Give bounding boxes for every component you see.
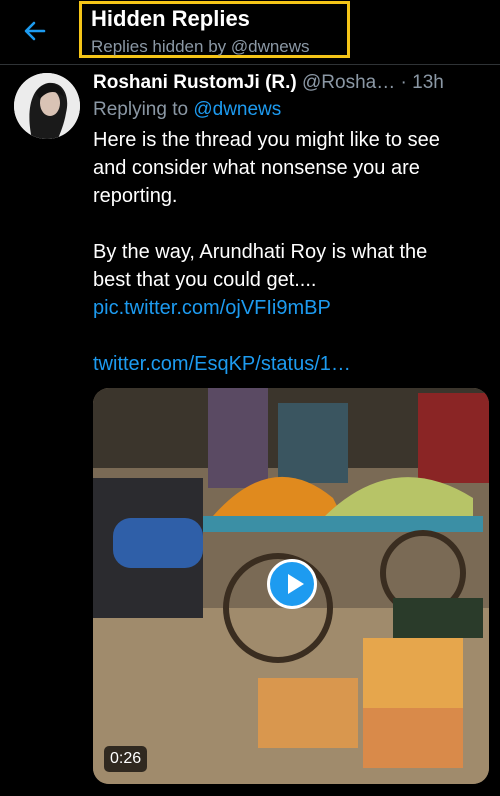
tweet-line: and consider what nonsense you are [93, 157, 420, 179]
top-bar: Hidden Replies Replies hidden by @dwnews [0, 0, 500, 64]
tweet-line: reporting. [93, 185, 178, 207]
tweet-meta: Roshani RustomJi (R.) @Rosha… · 13h [93, 70, 493, 96]
replying-prefix: Replying to [93, 99, 194, 120]
page-title: Hidden Replies [91, 6, 250, 31]
tweet-line: best that you could get.... [93, 269, 317, 291]
author-name[interactable]: Roshani RustomJi (R.) [93, 72, 297, 93]
avatar[interactable] [14, 73, 80, 139]
replying-to: Replying to @dwnews [93, 96, 493, 124]
replying-handle-link[interactable]: @dwnews [193, 99, 281, 120]
tweet-line: Here is the thread you might like to see [93, 129, 440, 151]
video-duration: 0:26 [104, 746, 148, 772]
page-subtitle: Replies hidden by @dwnews [91, 37, 310, 56]
author-handle[interactable]: @Rosha… [302, 72, 395, 93]
status-link[interactable]: twitter.com/EsqKP/status/1… [93, 350, 493, 378]
arrow-left-icon[interactable] [20, 16, 50, 46]
avatar-image [14, 73, 80, 139]
play-button[interactable] [267, 559, 317, 609]
tweet-time: · 13h [400, 72, 444, 93]
header-divider [0, 64, 500, 65]
pic-link[interactable]: pic.twitter.com/ojVFIi9mBP [93, 294, 493, 322]
tweet-line: By the way, Arundhati Roy is what the [93, 241, 428, 263]
tweet-text: Here is the thread you might like to see… [93, 126, 493, 378]
title-highlight: Hidden Replies Replies hidden by @dwnews [79, 1, 350, 58]
tweet[interactable]: Roshani RustomJi (R.) @Rosha… · 13h Repl… [93, 70, 493, 378]
